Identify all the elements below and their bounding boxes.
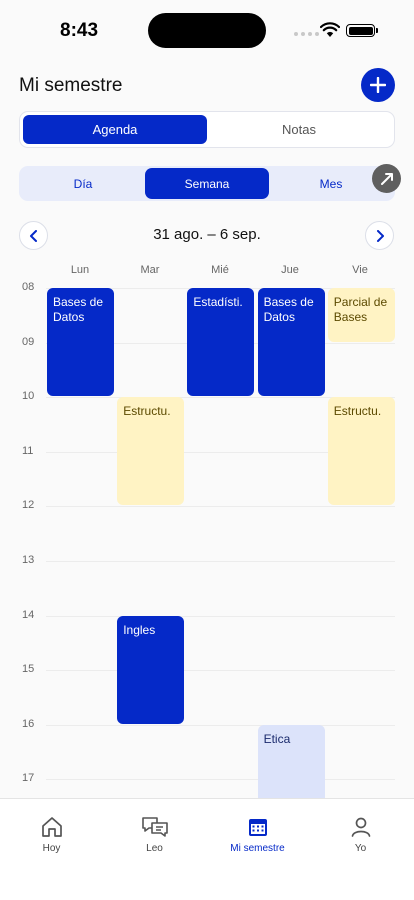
event-title: Estadísti. [193,295,243,309]
event-title: Etica [263,731,291,746]
hour-label: 16 [22,717,35,730]
hour-line [46,561,395,562]
hour-line [46,615,395,617]
tab-label-yo: Yo [354,843,367,854]
event-title: Bases de Datos [263,295,314,324]
hour-label: 10 [22,390,35,403]
calendar-event[interactable]: Estructu. [117,397,185,506]
calendar-event[interactable]: Parcial de Bases [327,288,395,342]
hour-label: 11 [22,444,34,457]
week-range-label: 31 ago. – 6 sep. [153,226,261,243]
event-title: Parcial de Bases [333,295,388,324]
chevron-right-icon [376,229,384,242]
hour-label: 13 [22,554,35,566]
hour-line [46,724,395,726]
home-icon [41,817,62,837]
hour-line [46,506,395,508]
tab-hoy[interactable]: Hoy [0,815,103,854]
tab-bar: Hoy Leo Mi semestre Yo [0,798,414,900]
event-title: Bases de Datos [53,295,104,324]
dynamic-island [148,13,266,48]
wifi-icon [320,22,340,37]
expand-button[interactable] [372,164,401,193]
signal-icon [294,32,319,36]
hour-label: 14 [22,608,35,621]
view-mode-segment: Día Semana Mes [19,166,395,201]
event-title: Ingles [123,622,156,637]
hour-label: 17 [22,772,35,785]
view-week[interactable]: Semana [145,168,269,199]
status-bar: 8:43 [0,0,414,60]
battery-icon [346,24,378,37]
next-week-button[interactable] [365,221,394,250]
hour-label: 08 [22,281,35,293]
day-header-mon: Lun [70,264,90,276]
tab-leo[interactable]: Leo [103,815,206,854]
tab-label-leo: Leo [146,843,163,854]
tab-mi-semestre[interactable]: Mi semestre [206,815,309,854]
calendar-event[interactable]: Estructu. [327,397,395,506]
tab-label-mi-semestre: Mi semestre [230,843,285,854]
calendar-event[interactable]: Ingles [117,615,185,724]
person-icon [351,817,370,837]
page-title: Mi semestre [19,75,123,96]
hour-line [46,779,395,781]
day-header-wed: Mié [211,264,229,276]
hour-line [46,670,395,672]
plus-icon [370,77,386,93]
tab-yo[interactable]: Yo [309,815,412,854]
add-button[interactable] [361,68,395,102]
day-header-tue: Mar [140,264,160,276]
hour-label: 09 [22,335,35,348]
day-header-thu: Jue [281,264,299,276]
calendar-icon [248,819,267,836]
calendar-event[interactable]: Etica [257,724,325,798]
expand-arrow-icon [380,172,393,185]
agenda-notes-segment: Agenda Notas [19,111,395,148]
chat-icon [141,817,168,837]
segment-agenda[interactable]: Agenda [23,115,207,144]
tab-label-hoy: Hoy [42,843,61,854]
hour-label: 12 [22,499,35,512]
event-title: Estructu. [123,404,171,419]
calendar-event[interactable]: Estadísti. [187,288,255,397]
day-header-fri: Vie [352,264,368,276]
main-content: Mi semestre Agenda Notas Día Semana Mes … [0,60,414,798]
hour-label: 15 [22,663,35,676]
calendar-event[interactable]: Bases de Datos [47,288,114,397]
event-title: Estructu. [333,404,382,419]
segment-notas[interactable]: Notas [207,115,391,144]
calendar-event[interactable]: Bases de Datos [257,288,325,397]
status-time: 8:43 [60,20,99,41]
view-day[interactable]: Día [21,168,145,199]
